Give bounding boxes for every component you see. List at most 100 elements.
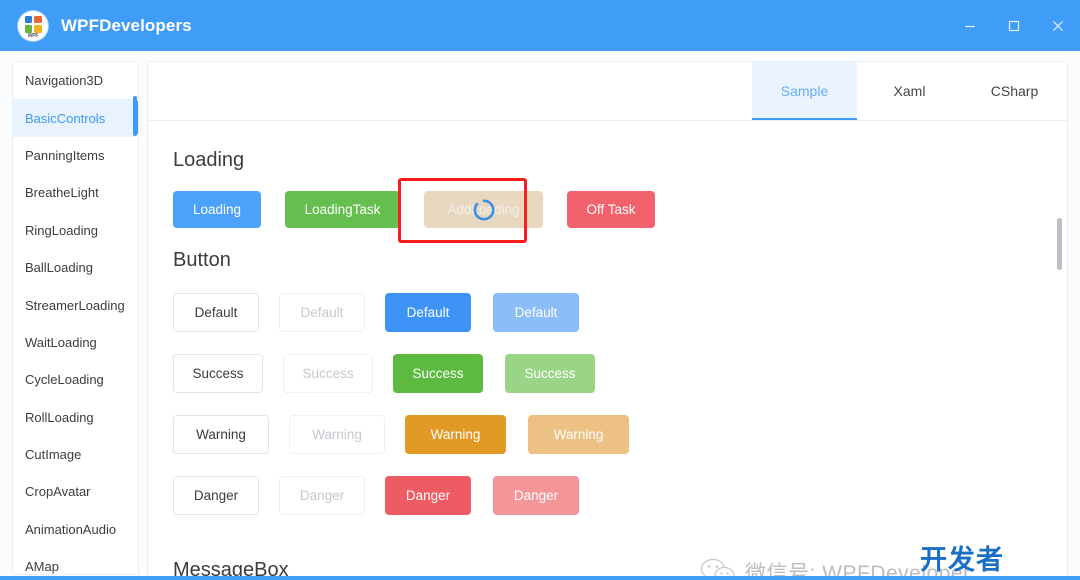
app-title: WPFDevelopers: [61, 15, 192, 35]
tab-strip: Sample Xaml CSharp: [148, 62, 1067, 121]
danger-button-filled-red[interactable]: Danger: [385, 476, 471, 515]
sidebar: Navigation3D BasicControls PanningItems Bre…: [12, 61, 139, 575]
sidebar-item-cropavatar[interactable]: CropAvatar: [13, 473, 138, 510]
content-scroll-area: Loading Loading LoadingTask AddLoading Off …: [148, 121, 1067, 579]
button-label: Danger: [193, 488, 239, 503]
button-row-success: Success Success Success Success: [173, 354, 617, 393]
tab-csharp[interactable]: CSharp: [962, 62, 1067, 120]
button-label: LoadingTask: [304, 202, 381, 217]
button-label: Warning: [553, 427, 604, 442]
sidebar-item-rollloading[interactable]: RollLoading: [13, 399, 138, 436]
default-button-filled-blue-disabled: Default: [493, 293, 579, 332]
logo-square-red: [34, 15, 42, 23]
button-row-warning: Warning Warning Warning Warning: [173, 415, 651, 454]
body-area: Navigation3D BasicControls PanningItems Bre…: [0, 51, 1080, 580]
button-label: Default: [300, 305, 344, 320]
button-label: Loading: [192, 202, 242, 217]
button-label: Danger: [513, 488, 559, 503]
sidebar-item-label: AMap: [25, 559, 59, 575]
minimize-icon[interactable]: [948, 0, 992, 51]
button-label: Danger: [405, 488, 451, 503]
wpf-logo-icon: WPF: [18, 10, 48, 41]
button-label: Default: [514, 305, 558, 320]
default-button-outline-disabled: Default: [279, 293, 365, 332]
default-button-filled-blue[interactable]: Default: [385, 293, 471, 332]
sidebar-item-amap[interactable]: AMap: [13, 548, 138, 575]
sidebar-item-basiccontrols[interactable]: BasicControls: [13, 99, 138, 137]
sidebar-item-label: CutImage: [25, 447, 82, 463]
sidebar-item-cycleloading[interactable]: CycleLoading: [13, 361, 138, 398]
button-label: Warning: [196, 427, 246, 442]
logo-square-blue: [24, 15, 32, 23]
warning-button-filled-orange[interactable]: Warning: [405, 415, 506, 454]
warning-button-outline[interactable]: Warning: [173, 415, 269, 454]
app-window: WPF WPFDevelopers Navigation3D BasicContr…: [0, 0, 1080, 580]
button-label: Off Task: [586, 202, 636, 217]
tab-label: Sample: [780, 83, 829, 99]
success-button-filled-green[interactable]: Success: [393, 354, 483, 393]
sidebar-item-waitloading[interactable]: WaitLoading: [13, 324, 138, 361]
default-button-outline[interactable]: Default: [173, 293, 259, 332]
content-scrollbar-track[interactable]: [1057, 121, 1065, 576]
tab-label: CSharp: [990, 83, 1039, 99]
title-bar: WPF WPFDevelopers: [0, 0, 1080, 51]
window-bottom-edge: [0, 576, 1080, 580]
button-label: Success: [302, 366, 354, 381]
tab-xaml[interactable]: Xaml: [857, 62, 962, 120]
success-button-outline-disabled: Success: [283, 354, 373, 393]
sidebar-item-label: BasicControls: [25, 110, 106, 126]
button-label: Danger: [299, 488, 345, 503]
loading-spinner-icon: [473, 198, 495, 220]
danger-button-filled-red-disabled: Danger: [493, 476, 579, 515]
sidebar-item-label: Navigation3D: [25, 73, 104, 89]
content-scrollbar-thumb[interactable]: [1057, 218, 1062, 270]
sidebar-item-navigation3d[interactable]: Navigation3D: [13, 62, 138, 99]
sidebar-item-cutimage[interactable]: CutImage: [13, 436, 138, 473]
loadingtask-button[interactable]: LoadingTask: [285, 191, 400, 228]
off-task-button[interactable]: Off Task: [567, 191, 655, 228]
window-controls: [948, 0, 1080, 51]
button-label: Success: [524, 366, 576, 381]
sidebar-item-label: BreatheLight: [25, 185, 99, 201]
button-row-default: Default Default Default Default: [173, 293, 601, 332]
tab-label: Xaml: [893, 83, 926, 99]
sidebar-item-label: CropAvatar: [25, 484, 91, 500]
sidebar-item-label: StreamerLoading: [25, 297, 125, 313]
sidebar-item-label: BallLoading: [25, 260, 93, 276]
sidebar-item-label: RollLoading: [25, 409, 94, 425]
loading-button-row: Loading LoadingTask AddLoading Off Task: [173, 191, 655, 228]
close-icon[interactable]: [1036, 0, 1080, 51]
sidebar-item-ballloading[interactable]: BallLoading: [13, 249, 138, 286]
addloading-button[interactable]: AddLoading: [424, 191, 543, 228]
tab-sample[interactable]: Sample: [752, 62, 857, 120]
warning-button-outline-disabled: Warning: [289, 415, 385, 454]
button-label: Success: [412, 366, 464, 381]
button-label: Warning: [430, 427, 481, 442]
sidebar-item-label: CycleLoading: [25, 372, 104, 388]
danger-button-outline[interactable]: Danger: [173, 476, 259, 515]
sidebar-item-streamerloading[interactable]: StreamerLoading: [13, 286, 138, 323]
sidebar-nav-list: Navigation3D BasicControls PanningItems Bre…: [13, 62, 138, 575]
button-label: Default: [194, 305, 238, 320]
button-label: Success: [192, 366, 244, 381]
content-panel: Sample Xaml CSharp Loading Loading LoadingT…: [147, 61, 1068, 580]
loading-button[interactable]: Loading: [173, 191, 261, 228]
success-button-filled-green-disabled: Success: [505, 354, 595, 393]
sidebar-item-breathelight[interactable]: BreatheLight: [13, 174, 138, 211]
sidebar-item-label: AnimationAudio: [25, 521, 117, 537]
sidebar-item-label: WaitLoading: [25, 334, 97, 350]
logo-square-green: [24, 25, 32, 33]
button-row-danger: Danger Danger Danger Danger: [173, 476, 601, 515]
sidebar-scrollbar-thumb[interactable]: [133, 96, 137, 136]
button-label: Warning: [312, 427, 362, 442]
sidebar-item-panningitems[interactable]: PanningItems: [13, 137, 138, 174]
sidebar-item-animationaudio[interactable]: AnimationAudio: [13, 511, 138, 548]
warning-button-filled-orange-disabled: Warning: [528, 415, 629, 454]
sidebar-item-ringloading[interactable]: RingLoading: [13, 212, 138, 249]
sidebar-item-label: RingLoading: [25, 222, 99, 238]
section-heading-button: Button: [173, 249, 231, 271]
logo-square-yellow: [34, 25, 42, 33]
maximize-icon[interactable]: [992, 0, 1036, 51]
success-button-outline[interactable]: Success: [173, 354, 263, 393]
button-label: Default: [406, 305, 450, 320]
